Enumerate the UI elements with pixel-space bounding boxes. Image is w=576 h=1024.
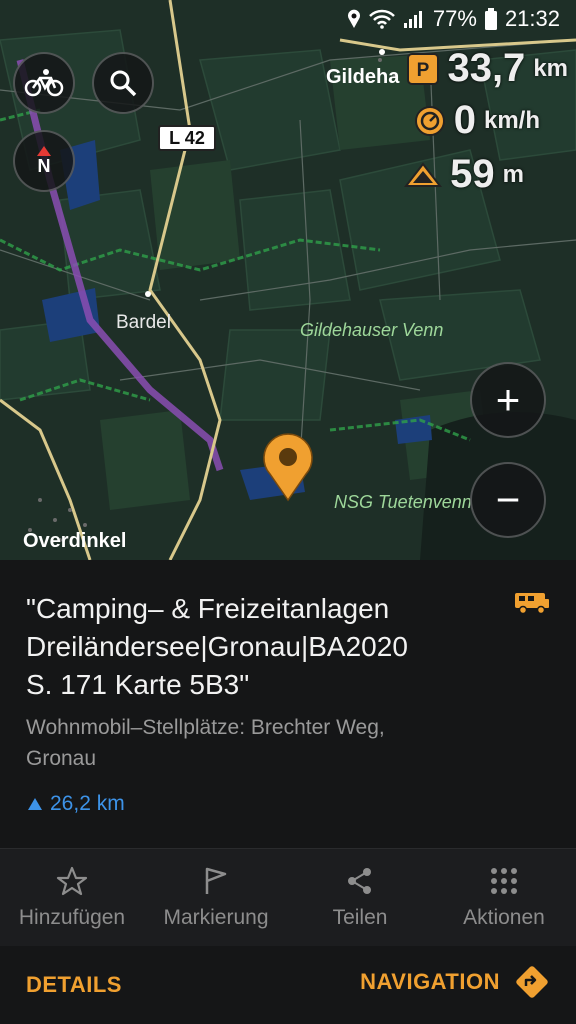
altitude-widget[interactable]: 59 m: [404, 152, 524, 197]
clock: 21:32: [504, 6, 560, 31]
navigation-label: NAVIGATION: [360, 969, 500, 994]
map-pin-icon[interactable]: [258, 430, 318, 502]
poi-distance-value: 26,2 km: [50, 792, 125, 815]
profile-bicycle-button[interactable]: [13, 52, 75, 114]
speed-unit: km/h: [483, 106, 540, 134]
flag-icon: [205, 867, 227, 894]
poi-title-line-2: Dreiländersee|Gronau|BA2020: [26, 631, 408, 662]
dots-grid-icon: [491, 868, 517, 894]
plus-icon: +: [495, 376, 521, 423]
poi-subtitle-line-1: Wohnmobil–Stellplätze: Brechter Weg,: [26, 716, 385, 739]
share-icon: [348, 868, 371, 894]
details-button[interactable]: DETAILS: [26, 972, 122, 998]
action-bar: Hinzufügen Markierung Teilen Aktionen: [0, 848, 576, 948]
compass-label: N: [37, 155, 51, 176]
poi-subtitle: Wohnmobil–Stellplätze: Brechter Weg, Gro…: [26, 712, 496, 774]
poi-subtitle-line-2: Gronau: [26, 747, 97, 770]
status-bar: 77% 21:32: [0, 0, 576, 38]
map-label-bardel: Bardel: [116, 312, 171, 333]
share-label: Teilen: [332, 906, 388, 929]
marker-label: Markierung: [163, 906, 269, 929]
minus-icon: −: [495, 476, 521, 523]
poi-title: "Camping– & Freizeitanlagen Dreiländerse…: [26, 590, 496, 704]
bicycle-icon: [24, 69, 64, 97]
compass-button[interactable]: N: [13, 130, 75, 192]
svg-text:P: P: [417, 60, 430, 81]
more-actions-button[interactable]: Aktionen: [432, 849, 576, 947]
bottom-bar: DETAILS NAVIGATION: [0, 946, 576, 1024]
search-icon: [110, 70, 137, 97]
share-button[interactable]: Teilen: [288, 849, 432, 947]
navigation-button[interactable]: NAVIGATION: [360, 964, 550, 1000]
map-view[interactable]: Gildeha Bardel Gildehauser Venn NSG Tuet…: [0, 0, 576, 560]
signal-icon: [403, 9, 425, 29]
road-number-badge: L 42: [158, 125, 216, 151]
altitude-icon: [404, 161, 443, 187]
poi-title-line-1: "Camping– & Freizeitanlagen: [26, 593, 390, 624]
zoom-in-button[interactable]: +: [470, 362, 546, 438]
map-label-nsg-tuetenvenn: NSG Tuetenvenn: [334, 492, 472, 512]
compass-arrow-icon: [37, 145, 51, 156]
parking-icon: P: [407, 52, 440, 85]
map-label-gildehauser-venn: Gildehauser Venn: [300, 320, 444, 340]
distance-unit: km: [533, 54, 568, 82]
battery-icon: [484, 8, 497, 30]
add-favorite-button[interactable]: Hinzufügen: [0, 849, 144, 947]
more-actions-label: Aktionen: [463, 906, 545, 929]
location-icon: [347, 9, 361, 29]
add-favorite-label: Hinzufügen: [18, 906, 126, 929]
altitude-unit: m: [502, 160, 524, 188]
marker-button[interactable]: Markierung: [144, 849, 288, 947]
battery-percent: 77%: [432, 6, 477, 31]
distance-widget[interactable]: P 33,7 km: [407, 46, 568, 91]
wifi-icon: [369, 9, 395, 29]
speedometer-icon: [414, 105, 445, 136]
map-label-gildehaus: Gildeha: [326, 66, 400, 88]
map-label-overdinkel: Overdinkel: [23, 530, 127, 552]
search-button[interactable]: [92, 52, 154, 114]
zoom-out-button[interactable]: −: [470, 462, 546, 538]
speed-widget[interactable]: 0 km/h: [414, 98, 540, 143]
poi-distance: 26,2 km: [28, 792, 125, 816]
speed-value: 0: [453, 98, 476, 142]
poi-info-panel: "Camping– & Freizeitanlagen Dreiländerse…: [0, 560, 576, 1024]
star-icon: [56, 866, 88, 896]
distance-value: 33,7: [447, 46, 526, 90]
camper-van-icon: [515, 593, 549, 614]
direction-arrow-icon: [28, 798, 42, 810]
navigation-arrow-icon: [516, 966, 548, 998]
poi-title-line-3: S. 171 Karte 5B3": [26, 669, 250, 700]
altitude-value: 59: [450, 152, 495, 196]
